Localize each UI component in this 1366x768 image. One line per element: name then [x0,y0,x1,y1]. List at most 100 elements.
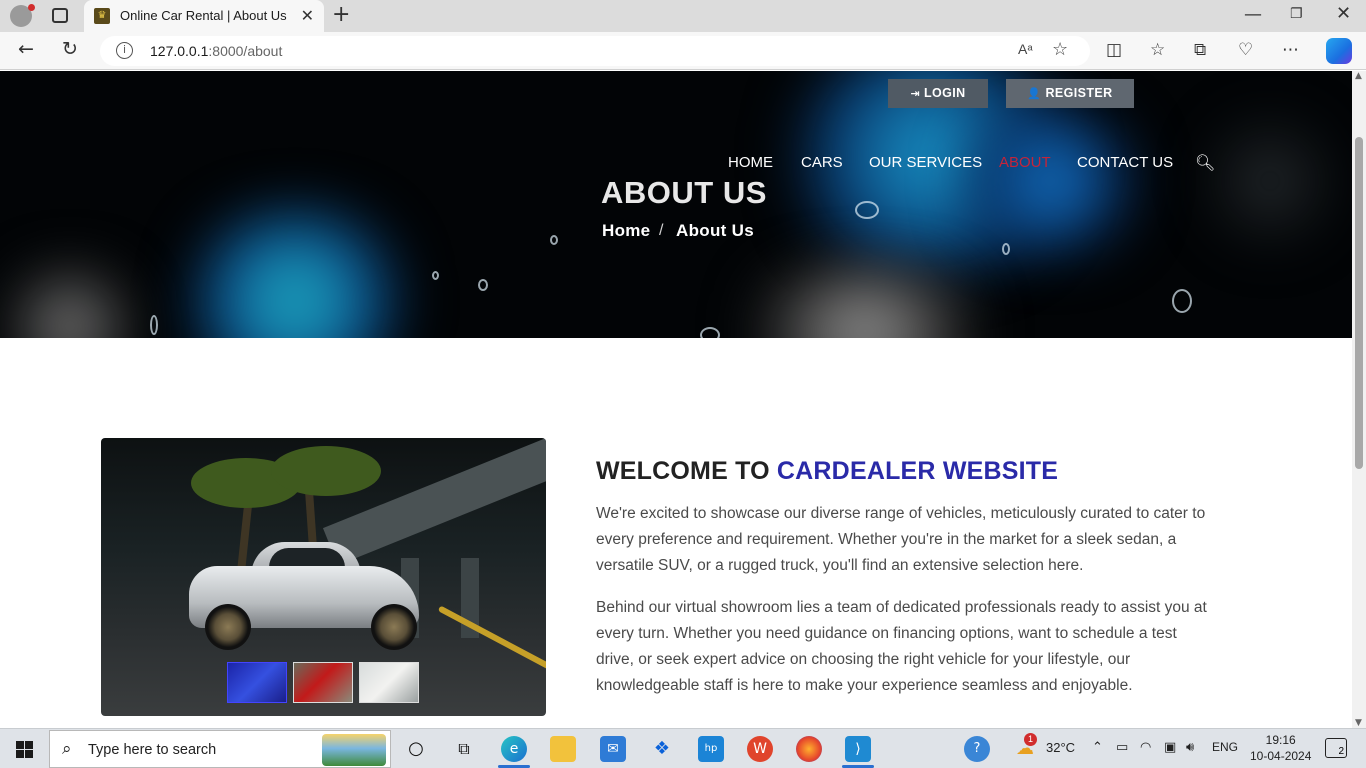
breadcrumb-separator: / [659,222,664,239]
url-path: :8000/about [208,43,283,59]
page-scrollbar[interactable]: ▲ ▼ [1352,71,1366,728]
vscode-icon[interactable]: ⟩ [845,736,871,762]
nav-our-services[interactable]: OUR SERVICES [869,154,982,171]
hero-bokeh-light [10,271,130,338]
nav-about[interactable]: ABOUT [999,154,1051,171]
slider-thumbnail-3[interactable] [359,662,419,703]
breadcrumb-home[interactable]: Home [602,221,650,241]
system-clock[interactable]: 19:16 10-04-2024 [1250,732,1311,764]
tab-title: Online Car Rental | About Us [120,8,287,23]
site-info-icon[interactable]: i [116,42,133,59]
wps-office-icon[interactable]: W [747,736,773,762]
slider-thumbnail-2[interactable] [293,662,353,703]
read-aloud-icon[interactable]: Aᵃ [1018,41,1033,57]
start-tile [16,741,24,749]
collections-icon[interactable]: ⧉ [1194,40,1206,60]
car-wheel [205,604,251,650]
chevron-up-icon[interactable]: ⌃ [1092,740,1103,755]
heading-highlight: CARDEALER WEBSITE [776,457,1059,485]
search-icon[interactable]: 🔍︎ [1195,153,1215,172]
window-restore-icon[interactable]: ❐ [1290,6,1303,22]
cortana-icon[interactable]: ○ [403,736,429,762]
register-label: REGISTER [1045,86,1113,100]
car-image-slider [101,438,546,716]
profile-notification-dot [28,4,35,11]
water-drop [1002,243,1010,255]
camera-icon[interactable]: ▣ [1164,740,1176,755]
hero-bokeh-light [960,111,1140,251]
wifi-icon[interactable]: ◠ [1140,740,1151,755]
page-title: ABOUT US [601,175,767,210]
window-minimize-icon[interactable]: — [1244,4,1262,25]
start-tile [25,741,33,749]
url-host: 127.0.0.1 [150,43,209,59]
user-plus-icon: 👤 [1027,87,1042,100]
start-tile [25,750,33,758]
copilot-icon[interactable] [1326,38,1352,64]
help-icon[interactable]: ? [964,736,990,762]
clock-date: 10-04-2024 [1250,749,1312,763]
nav-contact-us[interactable]: CONTACT US [1077,154,1173,171]
browser-essentials-icon[interactable]: ♡ [1238,40,1253,60]
window-close-icon[interactable]: ✕ [1336,3,1351,24]
register-button[interactable]: 👤 REGISTER [1006,79,1134,108]
about-heading: WELCOME TO CARDEALER WEBSITE [596,457,1058,486]
tab-close-icon[interactable]: ✕ [301,6,314,25]
scrollbar-thumb[interactable] [1355,137,1363,469]
browser-tab-strip: ♛ Online Car Rental | About Us ✕ + — ❐ ✕ [0,0,1366,32]
slider-thumbnail-1[interactable] [227,662,287,703]
search-icon: ⌕ [62,739,72,759]
water-drop [478,279,488,291]
hero-banner: ⇥ LOGIN 👤 REGISTER HOME CARS OUR SERVICES … [0,71,1352,338]
tab-actions-icon[interactable] [52,8,68,23]
notification-center-icon[interactable]: 2 [1325,738,1347,758]
browser-toolbar: ← ↻ i 127.0.0.1:8000/about Aᵃ ☆ ◫ ☆ ⧉ ♡ … [0,32,1366,70]
weather-badge: 1 [1024,733,1037,746]
myhp-icon[interactable]: hp [698,736,724,762]
water-drop [1172,289,1192,313]
address-bar[interactable]: i 127.0.0.1:8000/about Aᵃ ☆ [100,36,1090,66]
start-tile [16,750,24,758]
split-screen-icon[interactable]: ◫ [1106,40,1122,60]
more-options-icon[interactable]: ⋯ [1282,40,1299,60]
windows-start-icon[interactable] [16,741,33,758]
windows-taskbar: ⌕ Type here to search ○ ⧉ e ✉ ❖ hp W ⟩ ?… [0,728,1366,768]
browser-tab-active[interactable]: ♛ Online Car Rental | About Us ✕ [84,0,324,32]
task-view-icon[interactable]: ⧉ [451,736,477,762]
about-paragraph-1: We're excited to showcase our diverse ra… [596,505,1206,574]
favorites-icon[interactable]: ☆ [1150,40,1165,60]
scroll-up-icon[interactable]: ▲ [1355,71,1362,81]
road-marking [437,605,546,677]
firefox-icon[interactable] [796,736,822,762]
breadcrumb-current: About Us [676,221,754,240]
language-indicator[interactable]: ENG [1212,740,1238,754]
site-favicon-icon: ♛ [94,8,110,24]
nav-home[interactable]: HOME [728,154,773,171]
dropbox-icon[interactable]: ❖ [649,736,675,762]
login-button[interactable]: ⇥ LOGIN [888,79,988,108]
new-tab-icon[interactable]: + [332,2,350,27]
volume-icon[interactable]: 🔊︎ [1186,740,1194,755]
edge-browser-icon[interactable]: e [501,736,527,762]
hero-bokeh-light [730,271,1000,338]
notification-count: 2 [1338,746,1344,757]
scroll-down-icon[interactable]: ▼ [1355,718,1362,728]
hero-bokeh-light [1200,111,1340,251]
car-wheel [371,604,417,650]
hero-bokeh-light [180,211,410,338]
weather-temperature[interactable]: 32°C [1046,740,1075,755]
nav-cars[interactable]: CARS [801,154,843,171]
page-viewport: ⇥ LOGIN 👤 REGISTER HOME CARS OUR SERVICES … [0,71,1352,728]
reload-icon[interactable]: ↻ [62,38,78,60]
favorite-star-icon[interactable]: ☆ [1052,39,1068,60]
file-explorer-icon[interactable] [550,736,576,762]
taskbar-search-box[interactable]: ⌕ Type here to search [49,730,391,768]
login-label: LOGIN [924,86,966,100]
battery-icon[interactable]: ▭ [1116,740,1128,755]
search-placeholder: Type here to search [88,742,217,758]
url-text: 127.0.0.1:8000/about [150,43,282,59]
mail-icon[interactable]: ✉ [600,736,626,762]
search-highlight-image [322,734,386,766]
back-arrow-icon[interactable]: ← [18,38,34,60]
water-drop [700,327,720,338]
